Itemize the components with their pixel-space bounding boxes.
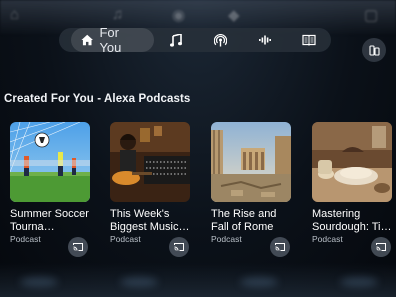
card-title: This Week's Biggest Music… bbox=[110, 208, 190, 233]
cast-button[interactable] bbox=[371, 237, 391, 257]
tab-podcasts[interactable] bbox=[198, 28, 242, 52]
ghost-square-icon: ▢ bbox=[364, 7, 379, 24]
tab-library[interactable] bbox=[287, 28, 331, 52]
podcast-card[interactable]: This Week's Biggest Music… Podcast bbox=[110, 122, 190, 244]
card-thumbnail-music bbox=[110, 122, 190, 202]
card-title: Mastering Sourdough: Ti… bbox=[312, 208, 392, 233]
tab-for-you[interactable]: For You bbox=[71, 25, 155, 55]
tab-for-you-label: For You bbox=[99, 25, 122, 55]
podcast-card[interactable]: Mastering Sourdough: Ti… Podcast bbox=[312, 122, 392, 244]
footer-glow bbox=[120, 277, 158, 287]
podcast-card[interactable]: Summer Soccer Tourna… Podcast bbox=[10, 122, 90, 244]
tab-music[interactable] bbox=[154, 28, 198, 52]
book-icon bbox=[302, 34, 316, 46]
ghost-home-icon: ⌂ bbox=[10, 6, 20, 23]
cast-icon bbox=[174, 243, 184, 251]
footer-glow bbox=[20, 277, 58, 287]
cast-button[interactable] bbox=[270, 237, 290, 257]
card-title: The Rise and Fall of Rome bbox=[211, 208, 277, 233]
tab-audio[interactable] bbox=[243, 28, 287, 52]
ghost-audio-icon: ◆ bbox=[228, 7, 240, 24]
footer-glow bbox=[240, 277, 278, 287]
section-title: Created For You - Alexa Podcasts bbox=[4, 93, 191, 105]
ghost-music-icon: ♫ bbox=[112, 6, 124, 23]
podcast-icon bbox=[214, 33, 228, 46]
home-icon bbox=[81, 34, 93, 46]
audio-wave-icon bbox=[258, 35, 271, 45]
card-thumbnail-soccer bbox=[10, 122, 90, 202]
cast-icon bbox=[275, 243, 285, 251]
cast-button[interactable] bbox=[68, 237, 88, 257]
card-title: Summer Soccer Tourna… bbox=[10, 208, 89, 233]
devices-icon bbox=[368, 44, 380, 56]
device-settings-button[interactable] bbox=[362, 38, 386, 62]
card-thumbnail-sourdough bbox=[312, 122, 392, 202]
card-thumbnail-rome bbox=[211, 122, 291, 202]
footer-glow bbox=[340, 277, 378, 287]
top-nav-bar: For You bbox=[59, 25, 331, 55]
blurred-background-footer bbox=[0, 263, 396, 297]
podcast-card[interactable]: The Rise and Fall of Rome Podcast bbox=[211, 122, 291, 244]
cast-button[interactable] bbox=[169, 237, 189, 257]
cast-icon bbox=[376, 243, 386, 251]
cast-icon bbox=[73, 243, 83, 251]
ghost-podcast-icon: ◉ bbox=[172, 7, 186, 24]
music-icon bbox=[170, 33, 183, 47]
